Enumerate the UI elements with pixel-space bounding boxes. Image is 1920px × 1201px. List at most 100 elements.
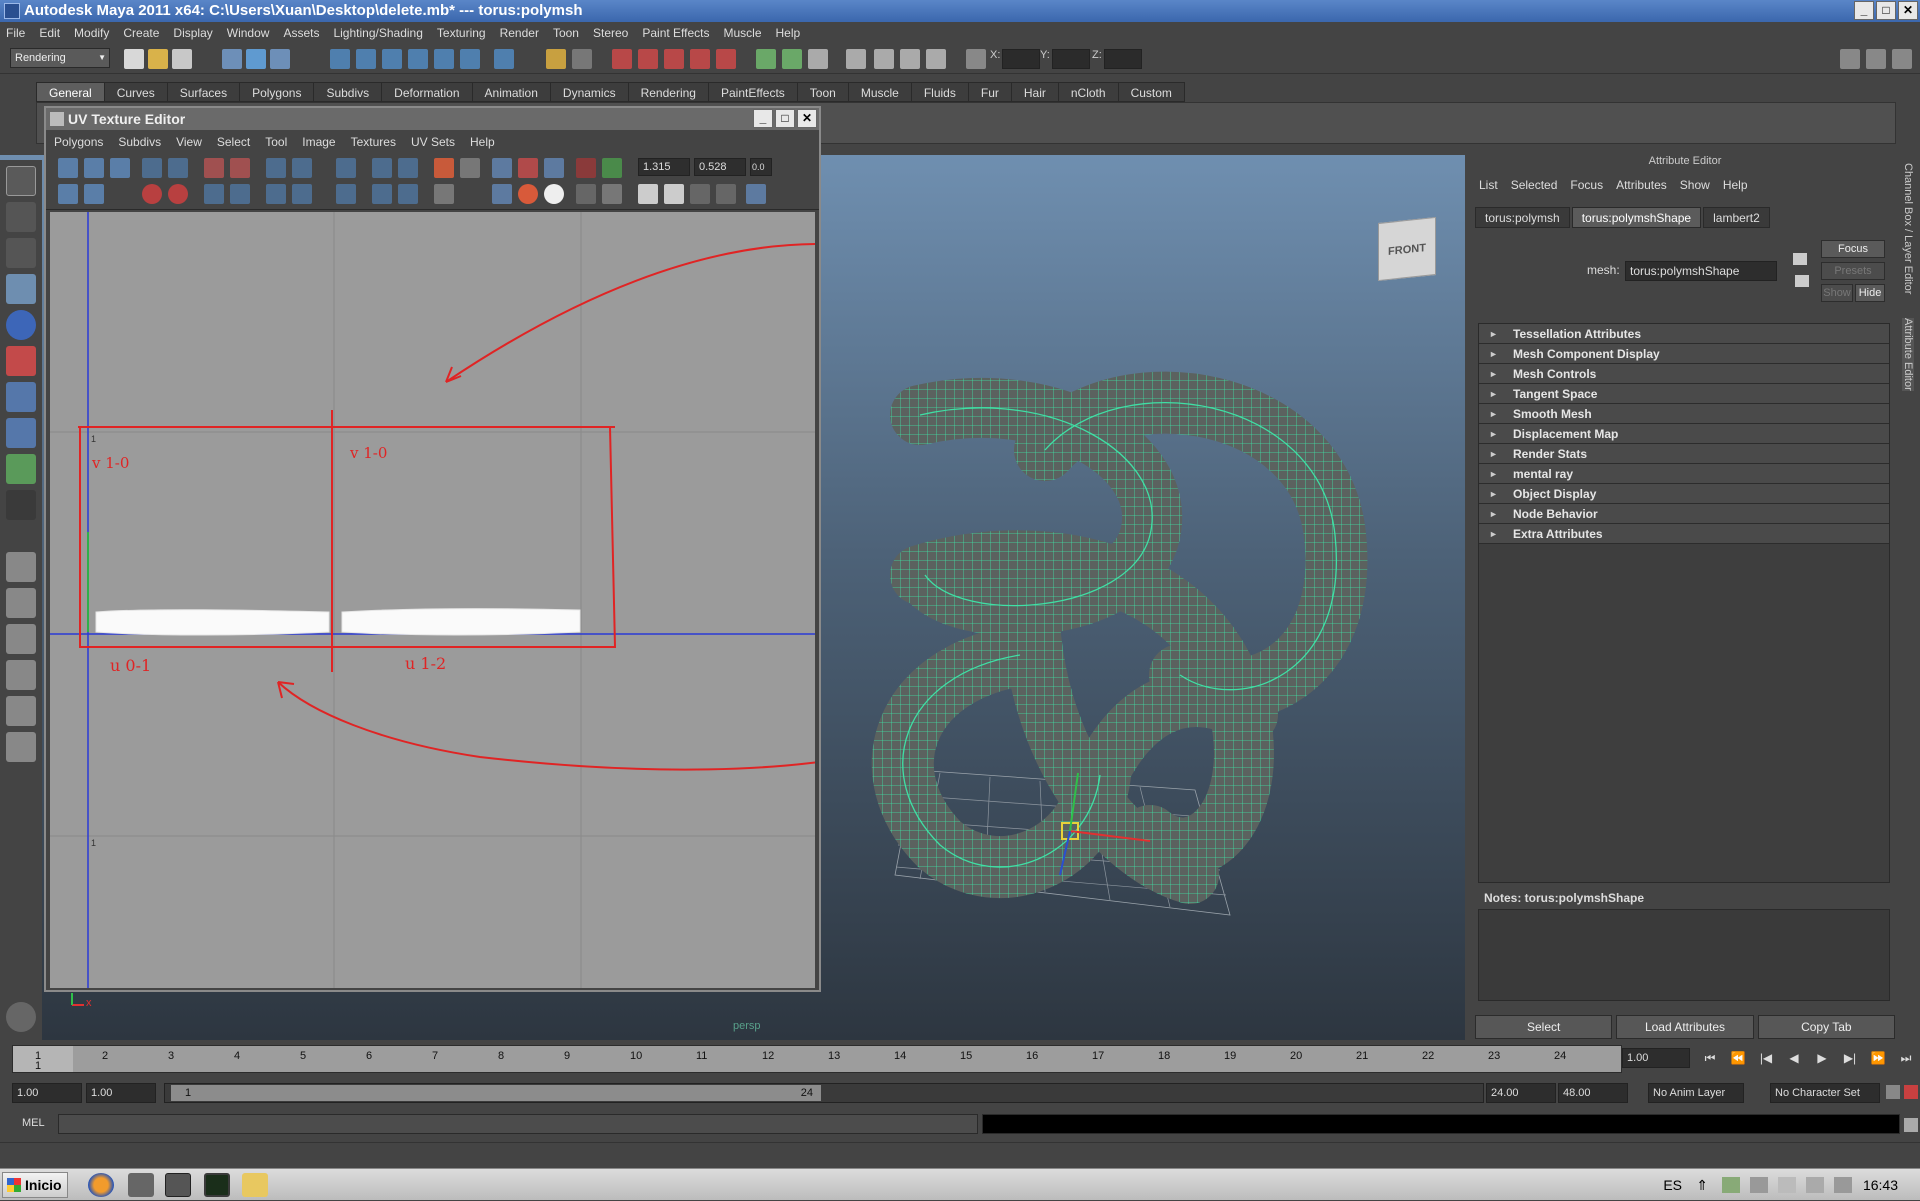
maximize-button[interactable]: □	[1876, 1, 1896, 20]
universal-manip-icon[interactable]	[6, 382, 36, 412]
select-tool-icon[interactable]	[6, 166, 36, 196]
menu-display[interactable]: Display	[173, 26, 212, 40]
ae-tab-lambert2[interactable]: lambert2	[1703, 207, 1770, 228]
lock-icon[interactable]	[546, 49, 566, 69]
straighten-icon[interactable]	[230, 184, 250, 204]
menu-set-dropdown[interactable]: Rendering	[10, 48, 110, 68]
uv-menu-select[interactable]: Select	[217, 135, 250, 149]
lasso-tool-icon[interactable]	[6, 202, 36, 232]
select-hierarchy-icon[interactable]	[222, 49, 242, 69]
graph-layout-icon[interactable]	[6, 660, 36, 690]
isolate-icon[interactable]	[372, 184, 392, 204]
paste-v-icon[interactable]	[716, 184, 736, 204]
section-object-display[interactable]: Object Display	[1479, 484, 1889, 504]
ae-menu-list[interactable]: List	[1479, 178, 1498, 192]
volume-icon[interactable]	[1806, 1177, 1824, 1193]
presets-button[interactable]: Presets	[1821, 262, 1885, 280]
hypershade-layout-icon[interactable]	[6, 696, 36, 726]
menu-render[interactable]: Render	[500, 26, 539, 40]
shelf-tab-fluids[interactable]: Fluids	[910, 82, 969, 102]
render-settings-icon[interactable]	[690, 49, 710, 69]
outliner-layout-icon[interactable]	[6, 624, 36, 654]
uv-menu-tool[interactable]: Tool	[265, 135, 287, 149]
render-frame-icon[interactable]	[638, 49, 658, 69]
paint-select-tool-icon[interactable]	[6, 238, 36, 268]
x-field[interactable]	[1002, 49, 1040, 69]
maya-window-taskbar-icon[interactable]	[165, 1173, 191, 1197]
shelf-tab-painteffects[interactable]: PaintEffects	[707, 82, 798, 102]
go-to-start-icon[interactable]: ⏮	[1700, 1048, 1720, 1068]
notes-textbox[interactable]	[1478, 909, 1890, 1001]
shelf-tab-ncloth[interactable]: nCloth	[1057, 82, 1119, 102]
viewcube[interactable]: FRONT	[1378, 216, 1436, 282]
sew-uv-icon[interactable]	[142, 184, 162, 204]
snap-point-icon[interactable]	[382, 49, 402, 69]
image-display-icon[interactable]	[434, 158, 454, 178]
uv-move-icon[interactable]	[84, 158, 104, 178]
shelf-tab-surfaces[interactable]: Surfaces	[166, 82, 241, 102]
rotate-uv-icon[interactable]	[204, 158, 224, 178]
play-backwards-icon[interactable]: ◀	[1784, 1048, 1804, 1068]
script-editor-button-icon[interactable]	[1904, 1118, 1918, 1132]
shelf-tab-fur[interactable]: Fur	[967, 82, 1012, 102]
scale-tool-icon[interactable]	[6, 346, 36, 376]
select-shell-icon[interactable]	[266, 184, 286, 204]
toggle-hypergraph-icon[interactable]	[926, 49, 946, 69]
section-node-behavior[interactable]: Node Behavior	[1479, 504, 1889, 524]
go-to-end-icon[interactable]: ⏭	[1896, 1048, 1916, 1068]
channel-box-tab[interactable]: Channel Box / Layer Editor	[1902, 163, 1914, 294]
add-isolate-icon[interactable]	[398, 184, 418, 204]
ae-menu-show[interactable]: Show	[1680, 178, 1710, 192]
anim-layer-dropdown[interactable]: No Anim Layer	[1648, 1083, 1744, 1103]
u-coordinate-field[interactable]: 1.315	[638, 158, 690, 176]
menu-muscle[interactable]: Muscle	[724, 26, 762, 40]
show-button[interactable]: Show	[1821, 284, 1853, 302]
minimize-button[interactable]: _	[1854, 1, 1874, 20]
ae-menu-focus[interactable]: Focus	[1570, 178, 1603, 192]
save-scene-icon[interactable]	[172, 49, 192, 69]
uv-shell-icon[interactable]	[110, 158, 130, 178]
menu-modify[interactable]: Modify	[74, 26, 109, 40]
play-forwards-icon[interactable]: ▶	[1812, 1048, 1832, 1068]
uv-smudge-icon[interactable]	[84, 184, 104, 204]
focus-button[interactable]: Focus	[1821, 240, 1885, 258]
alpha-channel-icon[interactable]	[544, 184, 564, 204]
step-back-key-icon[interactable]: ⏪	[1728, 1048, 1748, 1068]
align-uv-icon[interactable]	[336, 158, 356, 178]
folder-taskbar-icon[interactable]	[242, 1173, 268, 1197]
shelf-tab-polygons[interactable]: Polygons	[239, 82, 315, 102]
section-mesh-component-display[interactable]: Mesh Component Display	[1479, 344, 1889, 364]
range-slider-handle[interactable]: 1 24	[171, 1085, 821, 1101]
absolute-transform-icon[interactable]	[966, 49, 986, 69]
menu-paint-effects[interactable]: Paint Effects	[642, 26, 709, 40]
menu-toon[interactable]: Toon	[553, 26, 579, 40]
language-indicator[interactable]: ES	[1663, 1169, 1682, 1201]
shelf-tab-toon[interactable]: Toon	[796, 82, 849, 102]
snap-grid-icon[interactable]	[330, 49, 350, 69]
ae-tab-polymshshape[interactable]: torus:polymshShape	[1571, 207, 1702, 228]
uv-menu-image[interactable]: Image	[302, 135, 335, 149]
rgb-channel-icon[interactable]	[518, 184, 538, 204]
current-frame-field[interactable]: 1.00	[1622, 1048, 1690, 1068]
y-field[interactable]	[1052, 49, 1090, 69]
output-connection-icon[interactable]	[1795, 275, 1809, 287]
help-icon[interactable]	[494, 49, 514, 69]
menu-lighting-shading[interactable]: Lighting/Shading	[333, 26, 422, 40]
select-border-icon[interactable]	[292, 184, 312, 204]
menu-help[interactable]: Help	[776, 26, 801, 40]
hide-button[interactable]: Hide	[1855, 284, 1885, 302]
new-scene-icon[interactable]	[124, 49, 144, 69]
relax-icon[interactable]	[336, 184, 356, 204]
make-live-icon[interactable]	[434, 49, 454, 69]
uv-menu-help[interactable]: Help	[470, 135, 495, 149]
shelf-tab-deformation[interactable]: Deformation	[381, 82, 473, 102]
snap-curve-icon[interactable]	[356, 49, 376, 69]
ae-menu-selected[interactable]: Selected	[1511, 178, 1558, 192]
snapshot-icon[interactable]	[434, 184, 454, 204]
uv-maximize-button[interactable]: □	[775, 109, 795, 128]
step-back-frame-icon[interactable]: |◀	[1756, 1048, 1776, 1068]
toggle-outliner-icon[interactable]	[874, 49, 894, 69]
terminal-taskbar-icon[interactable]	[204, 1173, 230, 1197]
snap-uv-icon[interactable]	[292, 158, 312, 178]
shelf-tab-curves[interactable]: Curves	[103, 82, 168, 102]
